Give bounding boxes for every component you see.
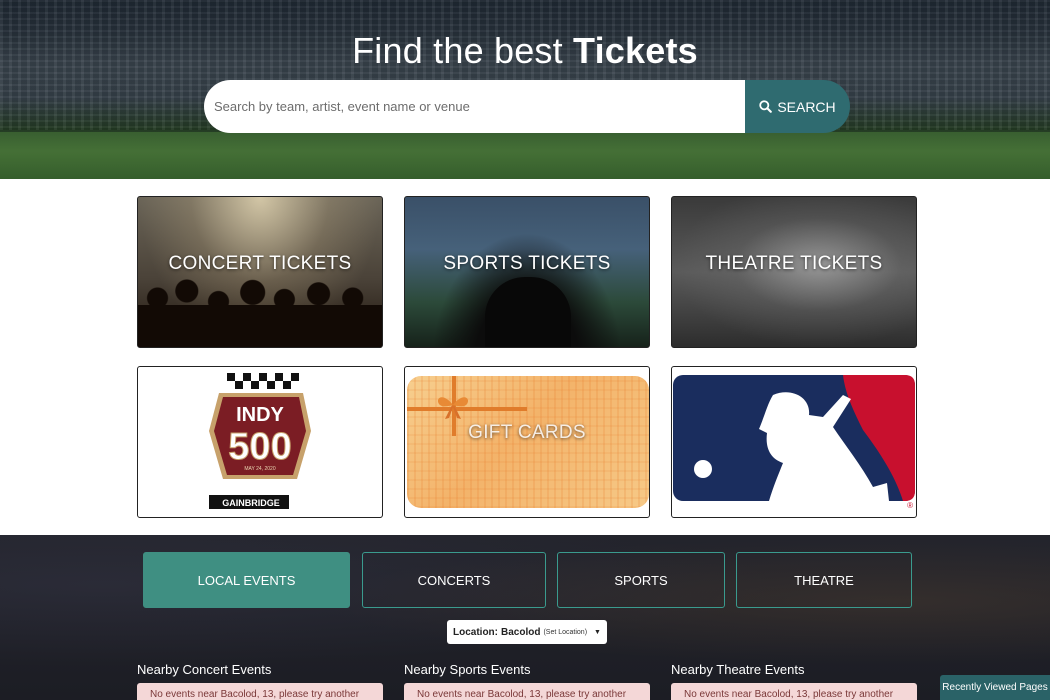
category-cards: CONCERT TICKETS SPORTS TICKETS THEATRE T… bbox=[0, 179, 1050, 535]
indy-500-logo: INDY 500 MAY 24, 2020 GAINBRIDGE bbox=[209, 373, 311, 509]
tab-sports[interactable]: SPORTS bbox=[557, 552, 725, 608]
hero-title-bold: Tickets bbox=[573, 30, 698, 71]
sports-no-events-notice: No events near Bacolod, 13, please try a… bbox=[404, 683, 650, 700]
concert-no-events-notice: No events near Bacolod, 13, please try a… bbox=[137, 683, 383, 700]
indy-500-card[interactable]: INDY 500 MAY 24, 2020 GAINBRIDGE bbox=[137, 366, 383, 518]
set-location-link: (Set Location) bbox=[543, 628, 588, 636]
gift-cards-label: GIFT CARDS bbox=[468, 422, 586, 443]
gift-bow-icon bbox=[437, 397, 469, 419]
search-icon bbox=[759, 100, 773, 113]
indy-number: 500 bbox=[228, 426, 291, 468]
gift-cards-card[interactable]: GIFT CARDS bbox=[404, 366, 650, 518]
search-bar: SEARCH bbox=[204, 80, 850, 133]
caret-down-icon: ▼ bbox=[594, 628, 601, 636]
theatre-tickets-card[interactable]: THEATRE TICKETS bbox=[671, 196, 917, 348]
mlb-card[interactable]: ® bbox=[671, 366, 917, 518]
location-prefix: Location: bbox=[453, 626, 498, 638]
concert-crowd-image bbox=[138, 277, 382, 347]
sports-tickets-card[interactable]: SPORTS TICKETS bbox=[404, 196, 650, 348]
sports-fan-image bbox=[485, 277, 571, 347]
theatre-tickets-label: THEATRE TICKETS bbox=[705, 253, 883, 274]
indy-date: MAY 24, 2020 bbox=[244, 466, 275, 472]
nearby-sports-heading: Nearby Sports Events bbox=[404, 662, 531, 677]
tab-concerts[interactable]: CONCERTS bbox=[362, 552, 546, 608]
recently-viewed-pages-button[interactable]: Recently Viewed Pages bbox=[940, 675, 1050, 700]
search-button[interactable]: SEARCH bbox=[745, 80, 850, 133]
sports-tickets-label: SPORTS TICKETS bbox=[443, 253, 611, 274]
search-button-label: SEARCH bbox=[777, 98, 836, 115]
tab-theatre[interactable]: THEATRE bbox=[736, 552, 912, 608]
location-dropdown[interactable]: Location: Bacolod (Set Location) ▼ bbox=[447, 620, 607, 644]
mlb-logo bbox=[673, 375, 915, 501]
nearby-concert-heading: Nearby Concert Events bbox=[137, 662, 272, 677]
events-section: LOCAL EVENTS CONCERTS SPORTS THEATRE Loc… bbox=[0, 535, 1050, 700]
location-city: Bacolod bbox=[501, 626, 541, 638]
hero-title-prefix: Find the best bbox=[352, 30, 563, 71]
mlb-registered-mark: ® bbox=[907, 501, 913, 510]
stadium-field bbox=[0, 132, 1050, 179]
indy-sponsor: GAINBRIDGE bbox=[222, 498, 280, 508]
concert-tickets-label: CONCERT TICKETS bbox=[168, 253, 352, 274]
tab-local-events[interactable]: LOCAL EVENTS bbox=[143, 552, 350, 608]
concert-tickets-card[interactable]: CONCERT TICKETS bbox=[137, 196, 383, 348]
hero-banner: Find the best Tickets SEARCH bbox=[0, 0, 1050, 179]
search-input[interactable] bbox=[204, 80, 749, 133]
theatre-no-events-notice: No events near Bacolod, 13, please try a… bbox=[671, 683, 917, 700]
nearby-theatre-heading: Nearby Theatre Events bbox=[671, 662, 805, 677]
hero-title: Find the best Tickets bbox=[0, 30, 1050, 72]
indy-text: INDY bbox=[236, 404, 284, 426]
